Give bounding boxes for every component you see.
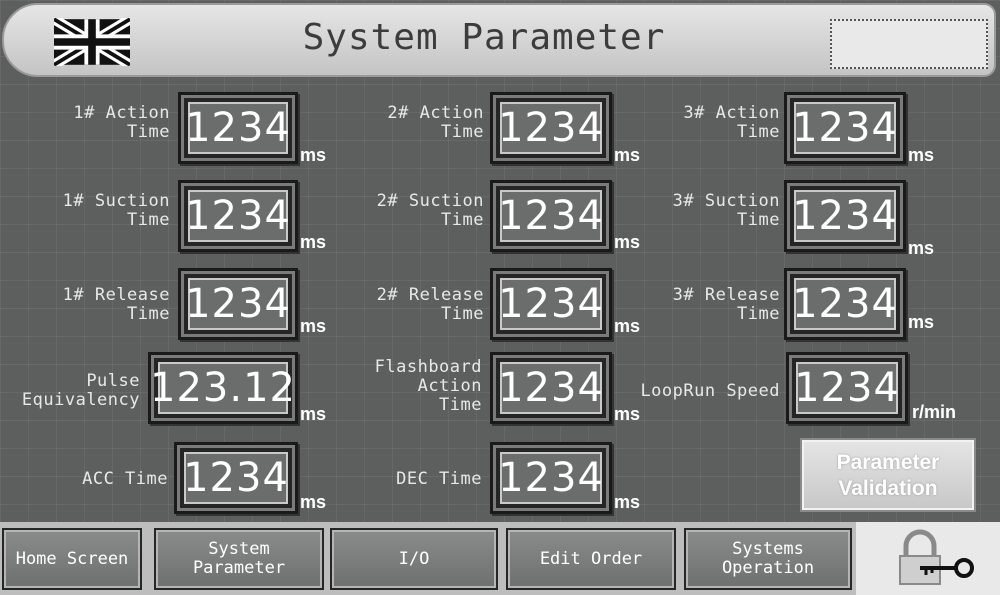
release3-label: 3# Release Time bbox=[672, 285, 780, 324]
release2-value: 1234 bbox=[498, 278, 603, 330]
suction1-unit: ms bbox=[300, 232, 327, 252]
lock-button[interactable] bbox=[856, 522, 1000, 595]
action2-field[interactable]: 1234 bbox=[490, 92, 612, 164]
pulse-unit: ms bbox=[300, 404, 327, 424]
suction1-field[interactable]: 1234 bbox=[178, 180, 298, 252]
suction1-value: 1234 bbox=[185, 190, 290, 242]
pulse-label: Pulse Equivalency bbox=[21, 371, 140, 410]
suction3-unit: ms bbox=[908, 238, 935, 258]
suction2-unit: ms bbox=[614, 232, 641, 252]
action3-label: 3# Action Time bbox=[683, 103, 780, 142]
acc-label: ACC Time bbox=[82, 469, 168, 489]
release2-label: 2# Release Time bbox=[376, 285, 484, 324]
suction3-field[interactable]: 1234 bbox=[784, 180, 906, 252]
page-title: System Parameter bbox=[302, 17, 666, 58]
looprun-value: 1234 bbox=[794, 362, 899, 414]
suction2-label: 2# Suction Time bbox=[376, 191, 484, 230]
dec-unit: ms bbox=[614, 492, 641, 512]
bottom-nav: Home Screen System Parameter I/O Edit Or… bbox=[0, 522, 1000, 595]
release2-unit: ms bbox=[614, 316, 641, 336]
action2-value: 1234 bbox=[498, 102, 603, 154]
action3-unit: ms bbox=[908, 145, 935, 165]
acc-field[interactable]: 1234 bbox=[174, 442, 298, 514]
release1-label: 1# Release Time bbox=[62, 285, 170, 324]
flashboard-label: Flashboard Action Time bbox=[374, 357, 482, 415]
dec-label: DEC Time bbox=[396, 469, 482, 489]
release3-value: 1234 bbox=[792, 278, 897, 330]
uk-flag-icon[interactable] bbox=[54, 18, 130, 66]
release3-field[interactable]: 1234 bbox=[784, 268, 906, 340]
parameter-validation-button[interactable]: Parameter Validation bbox=[802, 440, 974, 510]
release1-field[interactable]: 1234 bbox=[178, 268, 298, 340]
flashboard-unit: ms bbox=[614, 404, 641, 424]
suction1-label: 1# Suction Time bbox=[62, 191, 170, 230]
release1-unit: ms bbox=[300, 316, 327, 336]
looprun-label: LoopRun Speed bbox=[640, 381, 780, 401]
dec-field[interactable]: 1234 bbox=[490, 442, 612, 514]
action2-label: 2# Action Time bbox=[387, 103, 484, 142]
padlock-key-icon bbox=[899, 529, 974, 585]
action1-label: 1# Action Time bbox=[73, 103, 170, 142]
looprun-unit: r/min bbox=[912, 402, 957, 422]
action3-field[interactable]: 1234 bbox=[784, 92, 906, 164]
release1-value: 1234 bbox=[185, 278, 290, 330]
header-bar: System Parameter bbox=[2, 3, 996, 77]
release2-field[interactable]: 1234 bbox=[490, 268, 612, 340]
flashboard-value: 1234 bbox=[498, 362, 603, 414]
suction2-field[interactable]: 1234 bbox=[490, 180, 612, 252]
nav-home-screen-button[interactable]: Home Screen bbox=[2, 528, 142, 590]
looprun-field[interactable]: 1234 bbox=[786, 352, 908, 424]
hmi-screen: System Parameter 1# Action Time 1234 ms … bbox=[0, 0, 1000, 595]
suction2-value: 1234 bbox=[498, 190, 603, 242]
acc-value: 1234 bbox=[183, 452, 288, 504]
action2-unit: ms bbox=[614, 145, 641, 165]
nav-edit-order-button[interactable]: Edit Order bbox=[506, 528, 676, 590]
flashboard-field[interactable]: 1234 bbox=[490, 352, 612, 424]
acc-unit: ms bbox=[300, 492, 327, 512]
nav-io-button[interactable]: I/O bbox=[330, 528, 498, 590]
action3-value: 1234 bbox=[792, 102, 897, 154]
pulse-value: 123.12 bbox=[150, 362, 295, 414]
release3-unit: ms bbox=[908, 312, 935, 332]
suction3-value: 1234 bbox=[792, 190, 897, 242]
action1-value: 1234 bbox=[185, 102, 290, 154]
nav-systems-operation-button[interactable]: Systems Operation bbox=[684, 528, 852, 590]
pulse-field[interactable]: 123.12 bbox=[148, 352, 298, 424]
nav-system-parameter-button[interactable]: System Parameter bbox=[154, 528, 324, 590]
suction3-label: 3# Suction Time bbox=[672, 191, 780, 230]
datetime-display bbox=[830, 19, 988, 69]
action1-field[interactable]: 1234 bbox=[178, 92, 298, 164]
action1-unit: ms bbox=[300, 145, 327, 165]
dec-value: 1234 bbox=[498, 452, 603, 504]
